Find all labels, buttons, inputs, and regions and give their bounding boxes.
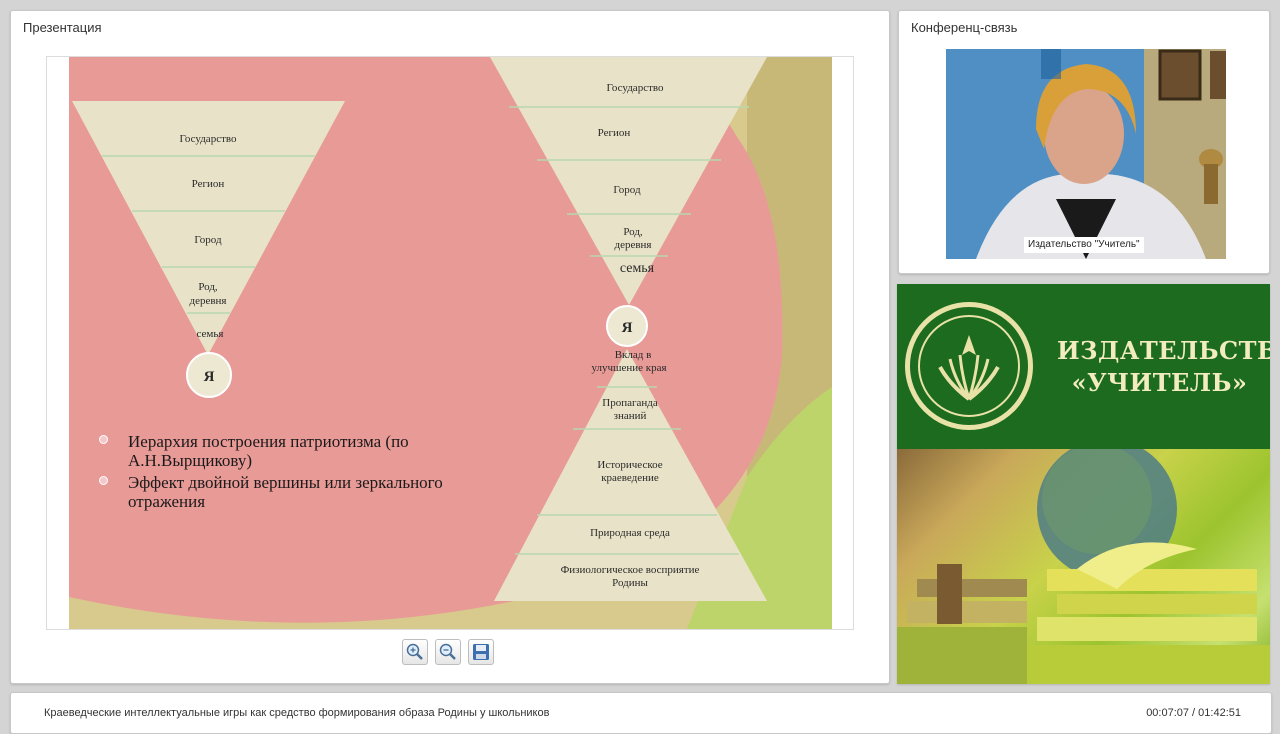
right-top-label-3a: Род, [623, 226, 643, 238]
logo-line1: ИЗДАТЕЛЬСТВО [1057, 336, 1270, 365]
slide: Государство Регион Город Род, деревня се… [46, 56, 854, 630]
right-bottom-label-0b: улучшение края [591, 362, 666, 374]
right-top-label-1: Регион [598, 127, 631, 139]
save-button[interactable] [468, 639, 494, 665]
bullet-item: Иерархия построения патриотизма (по А.Н.… [95, 432, 495, 470]
save-icon [473, 644, 489, 660]
right-top-label-0: Государство [607, 82, 664, 94]
right-bottom-label-0a: Вклад в [615, 349, 652, 361]
left-label-3a: Род, [198, 281, 218, 293]
book-emblem-icon [938, 335, 1000, 401]
zoom-in-button[interactable] [402, 639, 428, 665]
right-bottom-label-2a: Историческое [597, 459, 662, 471]
left-label-3b: деревня [189, 295, 226, 307]
left-label-4: семья [197, 328, 224, 340]
right-bottom-label-3: Природная среда [590, 527, 670, 539]
slide-graphic: Государство Регион Город Род, деревня се… [69, 57, 832, 629]
left-label-2: Город [194, 234, 222, 246]
books-globe-graphic [897, 439, 1270, 684]
zoom-in-icon [406, 643, 423, 660]
left-ya-label: Я [204, 369, 215, 385]
publisher-logo-icon [905, 302, 1033, 430]
right-bottom-label-1b: знаний [614, 410, 647, 422]
bullet-item: Эффект двойной вершины или зеркального о… [95, 473, 495, 511]
bullet-dot-icon [99, 476, 108, 485]
logo-line2: «УЧИТЕЛЬ» [1071, 368, 1248, 397]
right-bottom-label-1a: Пропаганда [602, 397, 658, 409]
left-label-1: Регион [192, 178, 225, 190]
right-top-label-4: семья [620, 261, 655, 276]
left-label-0: Государство [180, 133, 237, 145]
zoom-out-icon [439, 643, 456, 660]
playback-time: 00:07:07 / 01:42:51 [1146, 707, 1241, 719]
bullet-text: Иерархия построения патриотизма (по А.Н.… [128, 432, 409, 470]
conference-panel: Конференц-связь Издательство "Учитель" [898, 10, 1270, 274]
publisher-banner: ИЗДАТЕЛЬСТВО «УЧИТЕЛЬ» [897, 284, 1270, 684]
slide-bullets: Иерархия построения патриотизма (по А.Н.… [95, 432, 495, 514]
presentation-title: Презентация [23, 20, 102, 35]
right-top-label-2: Город [613, 184, 641, 196]
video-caption: Издательство "Учитель" [1024, 237, 1144, 253]
conference-title: Конференц-связь [911, 20, 1018, 35]
right-top-label-3b: деревня [614, 239, 651, 251]
video-image [946, 49, 1226, 259]
right-bottom-label-2b: краеведение [601, 472, 659, 484]
bottom-info-bar: Краеведческие интеллектуальные игры как … [10, 692, 1272, 734]
bullet-text: Эффект двойной вершины или зеркального о… [128, 473, 443, 511]
video-feed[interactable]: Издательство "Учитель" [946, 49, 1226, 259]
right-bottom-label-4a: Физиологическое восприятие [561, 564, 700, 576]
right-ya-label: Я [622, 320, 633, 336]
bullet-dot-icon [99, 435, 108, 444]
lecture-title: Краеведческие интеллектуальные игры как … [44, 707, 550, 719]
presentation-panel: Презентация Государство Регион Город Род… [10, 10, 890, 684]
right-bottom-label-4b: Родины [612, 577, 648, 589]
zoom-out-button[interactable] [435, 639, 461, 665]
logo-header: ИЗДАТЕЛЬСТВО «УЧИТЕЛЬ» [897, 284, 1270, 449]
books-globe-image [897, 439, 1270, 684]
